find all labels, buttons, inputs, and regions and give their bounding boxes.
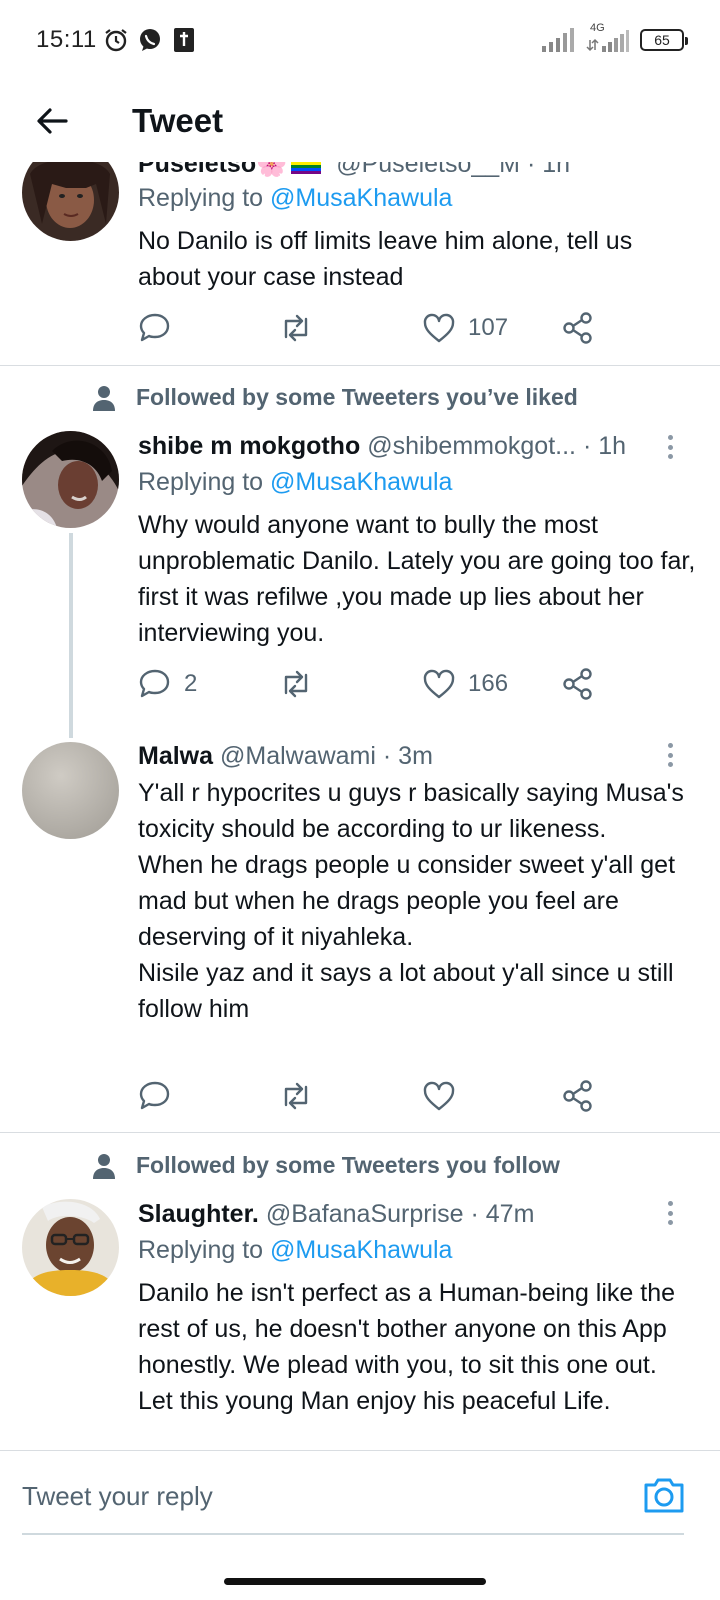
author-name[interactable]: Malwa bbox=[138, 742, 213, 770]
avatar[interactable] bbox=[22, 1199, 119, 1296]
replying-to-handle[interactable]: @MusaKhawula bbox=[270, 184, 452, 212]
social-context-text: Followed by some Tweeters you follow bbox=[136, 1152, 560, 1178]
system-icons: 4G 65 bbox=[542, 22, 688, 54]
page-title: Tweet bbox=[132, 102, 224, 139]
reply-button[interactable]: 2 bbox=[138, 664, 197, 704]
heart-icon bbox=[423, 313, 455, 343]
top-app-bar: Tweet bbox=[0, 80, 720, 162]
person-icon bbox=[93, 385, 115, 411]
heart-icon bbox=[423, 1081, 455, 1111]
tweet-divider bbox=[0, 1132, 720, 1133]
like-button[interactable]: 107 bbox=[422, 308, 508, 348]
tweet-text: Why would anyone want to bully the most … bbox=[138, 511, 696, 647]
replying-to-label: Replying to bbox=[138, 184, 264, 212]
whatsapp-icon bbox=[139, 29, 160, 51]
replying-to: Replying to @MusaKhawula bbox=[138, 468, 452, 497]
retweet-button[interactable] bbox=[278, 1076, 326, 1116]
replying-to: Replying to @MusaKhawula bbox=[138, 1236, 452, 1265]
tweet-divider bbox=[0, 365, 720, 366]
retweet-icon bbox=[284, 1082, 308, 1110]
social-context-text: Followed by some Tweeters you’ve liked bbox=[136, 384, 578, 410]
author-handle[interactable]: @Puseletso__M bbox=[336, 162, 520, 178]
rainbow-flag-icon bbox=[291, 162, 322, 175]
battery-icon: 65 bbox=[640, 29, 688, 51]
tweet-header: Slaughter. @BafanaSurprise · 47m bbox=[138, 1200, 534, 1229]
retweet-icon bbox=[284, 314, 308, 342]
thread-line bbox=[69, 533, 73, 738]
signal-4g-icon: 4G bbox=[586, 22, 630, 54]
tweet-text: Danilo he isn't perfect as a Human-being… bbox=[138, 1279, 676, 1415]
name-emoji: 🌸 bbox=[256, 162, 288, 178]
person-icon bbox=[93, 1153, 115, 1179]
bible-icon bbox=[173, 28, 194, 52]
status-bar: 15:11 4G 65 bbox=[0, 0, 720, 80]
more-options-button[interactable] bbox=[660, 740, 680, 770]
home-indicator[interactable] bbox=[224, 1578, 486, 1585]
like-count: 107 bbox=[468, 314, 509, 341]
replying-to-handle[interactable]: @MusaKhawula bbox=[270, 1236, 452, 1264]
tweet-actions bbox=[138, 1076, 608, 1116]
share-button[interactable] bbox=[562, 308, 594, 348]
more-options-button[interactable] bbox=[660, 432, 680, 462]
author-name[interactable]: Puseletso bbox=[138, 162, 256, 178]
replying-to-handle[interactable]: @MusaKhawula bbox=[270, 468, 452, 496]
reply-icon bbox=[139, 313, 170, 342]
replying-to-label: Replying to bbox=[138, 468, 264, 496]
tweet-replies-list: Puseletso🌸 @Puseletso__M · 1h Replying t… bbox=[0, 162, 720, 1450]
notification-icons bbox=[103, 26, 197, 54]
tweet-time: · 47m bbox=[470, 1200, 535, 1228]
camera-button[interactable] bbox=[640, 1471, 688, 1519]
retweet-icon bbox=[284, 670, 308, 698]
replying-to: Replying to @MusaKhawula bbox=[138, 184, 452, 213]
share-icon bbox=[563, 1080, 592, 1112]
tweet-time: · 1h bbox=[526, 162, 571, 178]
back-button[interactable] bbox=[22, 91, 82, 151]
share-button[interactable] bbox=[562, 1076, 594, 1116]
social-context: Followed by some Tweeters you follow bbox=[92, 1152, 560, 1179]
reply-input-underline bbox=[22, 1533, 684, 1535]
tweet-time: · 3m bbox=[382, 742, 433, 770]
reply-input[interactable]: Tweet your reply bbox=[22, 1481, 213, 1512]
author-handle[interactable]: @Malwawami bbox=[220, 742, 376, 770]
tweet-header: Malwa @Malwawami · 3m bbox=[138, 742, 433, 771]
author-name[interactable]: shibe m mokgotho bbox=[138, 432, 360, 460]
share-icon bbox=[563, 312, 592, 344]
like-count: 166 bbox=[468, 670, 509, 697]
tweet-text: No Danilo is off limits leave him alone,… bbox=[138, 227, 633, 291]
tweet-actions: 2 166 bbox=[138, 664, 608, 704]
author-handle[interactable]: @shibemmokgot... bbox=[367, 432, 576, 460]
battery-level: 65 bbox=[654, 32, 670, 48]
reply-count: 2 bbox=[184, 670, 198, 697]
share-button[interactable] bbox=[562, 664, 594, 704]
reply-button[interactable] bbox=[138, 308, 184, 348]
alarm-icon bbox=[105, 29, 127, 52]
reply-icon bbox=[139, 1081, 170, 1110]
tweet-header: shibe m mokgotho @shibemmokgot... · 1h bbox=[138, 432, 626, 461]
like-button[interactable]: 166 bbox=[422, 664, 508, 704]
social-context: Followed by some Tweeters you’ve liked bbox=[92, 384, 578, 411]
tweet-time: · 1h bbox=[582, 432, 627, 460]
reply-button[interactable] bbox=[138, 1076, 184, 1116]
author-handle[interactable]: @BafanaSurprise bbox=[266, 1200, 464, 1228]
retweet-button[interactable] bbox=[278, 308, 326, 348]
avatar[interactable] bbox=[22, 162, 119, 241]
tweet-header: Puseletso🌸 @Puseletso__M · 1h bbox=[138, 162, 570, 179]
author-name[interactable]: Slaughter. bbox=[138, 1200, 259, 1228]
heart-icon bbox=[423, 669, 455, 699]
like-button[interactable] bbox=[422, 1076, 468, 1116]
back-arrow-icon bbox=[37, 108, 68, 134]
avatar[interactable] bbox=[22, 742, 119, 839]
signal-icon bbox=[542, 28, 574, 52]
replying-to-label: Replying to bbox=[138, 1236, 264, 1264]
status-time: 15:11 bbox=[36, 26, 97, 53]
camera-icon bbox=[644, 1478, 684, 1513]
more-options-button[interactable] bbox=[660, 1198, 680, 1228]
tweet-actions: 107 bbox=[138, 308, 608, 348]
share-icon bbox=[563, 668, 592, 700]
reply-composer: Tweet your reply bbox=[0, 1450, 720, 1560]
retweet-button[interactable] bbox=[278, 664, 326, 704]
avatar[interactable] bbox=[22, 431, 119, 528]
reply-icon bbox=[139, 669, 170, 698]
tweet-text: Y'all r hypocrites u guys r basically sa… bbox=[138, 779, 684, 1023]
